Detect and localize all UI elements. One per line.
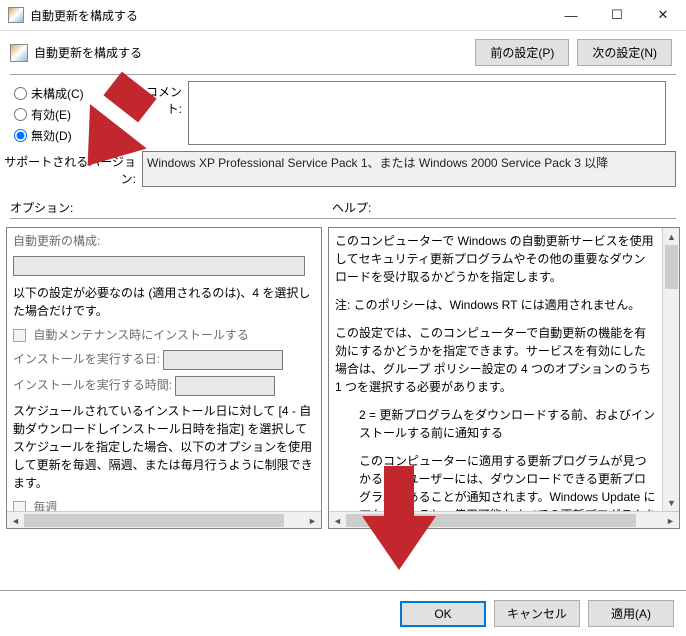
divider <box>10 74 676 75</box>
scroll-down-icon[interactable]: ▼ <box>663 494 680 511</box>
install-day-dropdown[interactable] <box>163 350 283 370</box>
help-pane: このコンピューターで Windows の自動更新サービスを使用してセキュリティ更… <box>328 227 680 529</box>
header-row: 自動更新を構成する 前の設定(P) 次の設定(N) <box>0 31 686 66</box>
checkbox-weekly[interactable] <box>13 501 26 511</box>
help-p1: このコンピューターで Windows の自動更新サービスを使用してセキュリティ更… <box>335 232 657 286</box>
radio-not-configured-label: 未構成(C) <box>31 85 84 102</box>
radio-enabled-label: 有効(E) <box>31 106 71 123</box>
install-time-label: インストールを実行する時間: <box>13 378 172 392</box>
footer: OK キャンセル 適用(A) <box>0 590 686 636</box>
maximize-button[interactable]: ☐ <box>594 0 640 31</box>
help-section-label: ヘルプ: <box>332 199 676 216</box>
checkbox-auto-maintenance-label: 自動メンテナンス時にインストールする <box>33 328 249 342</box>
annotation-arrow-2 <box>384 466 414 520</box>
divider <box>10 218 676 219</box>
install-day-label: インストールを実行する日: <box>13 352 160 366</box>
scroll-thumb[interactable] <box>24 514 284 527</box>
next-setting-button[interactable]: 次の設定(N) <box>577 39 672 66</box>
app-icon <box>8 7 24 23</box>
checkbox-auto-maintenance[interactable] <box>13 329 26 342</box>
scroll-right-icon[interactable]: ► <box>304 512 321 529</box>
scroll-left-icon[interactable]: ◄ <box>7 512 24 529</box>
comment-textbox[interactable] <box>188 81 666 145</box>
checkbox-weekly-label: 毎週 <box>33 500 57 511</box>
prev-setting-button[interactable]: 前の設定(P) <box>475 39 569 66</box>
scroll-left-icon[interactable]: ◄ <box>329 512 346 529</box>
page-title: 自動更新を構成する <box>34 44 475 61</box>
minimize-button[interactable]: — <box>548 0 594 31</box>
annotation-arrow-2-head <box>362 516 436 570</box>
schedule-note: スケジュールされているインストール日に対して [4 - 自動ダウンロードしインス… <box>13 402 315 492</box>
options-h-scrollbar[interactable]: ◄ ► <box>7 511 321 528</box>
ok-button[interactable]: OK <box>400 601 486 627</box>
cancel-button[interactable]: キャンセル <box>494 600 580 627</box>
scroll-up-icon[interactable]: ▲ <box>663 228 680 245</box>
help-p3: この設定では、このコンピューターで自動更新の機能を有効にするかどうかを指定できま… <box>335 324 657 396</box>
install-time-dropdown[interactable] <box>175 376 275 396</box>
scroll-right-icon[interactable]: ► <box>662 512 679 529</box>
apply-button[interactable]: 適用(A) <box>588 600 674 627</box>
help-p2: 注: このポリシーは、Windows RT には適用されません。 <box>335 296 657 314</box>
help-v-scrollbar[interactable]: ▲ ▼ <box>662 228 679 511</box>
radio-not-configured[interactable] <box>14 87 27 100</box>
config-dropdown[interactable] <box>13 256 305 276</box>
policy-icon <box>10 44 28 62</box>
radio-disabled[interactable] <box>14 129 27 142</box>
window-controls: — ☐ ✕ <box>548 0 686 31</box>
options-pane: 自動更新の構成: 以下の設定が必要なのは (適用されるのは)、4 を選択した場合… <box>6 227 322 529</box>
auto-maintenance-row: 自動メンテナンス時にインストールする <box>13 326 315 344</box>
help-p4: 2 = 更新プログラムをダウンロードする前、およびインストールする前に通知する <box>335 406 657 442</box>
window-title: 自動更新を構成する <box>30 7 548 24</box>
title-bar: 自動更新を構成する — ☐ ✕ <box>0 0 686 31</box>
scroll-thumb[interactable] <box>665 245 678 289</box>
radio-enabled[interactable] <box>14 108 27 121</box>
close-button[interactable]: ✕ <box>640 0 686 31</box>
supported-text: Windows XP Professional Service Pack 1、ま… <box>142 151 676 187</box>
options-section-label: オプション: <box>10 199 332 216</box>
config-label: 自動更新の構成: <box>13 232 315 250</box>
options-note: 以下の設定が必要なのは (適用されるのは)、4 を選択した場合だけです。 <box>13 284 315 320</box>
